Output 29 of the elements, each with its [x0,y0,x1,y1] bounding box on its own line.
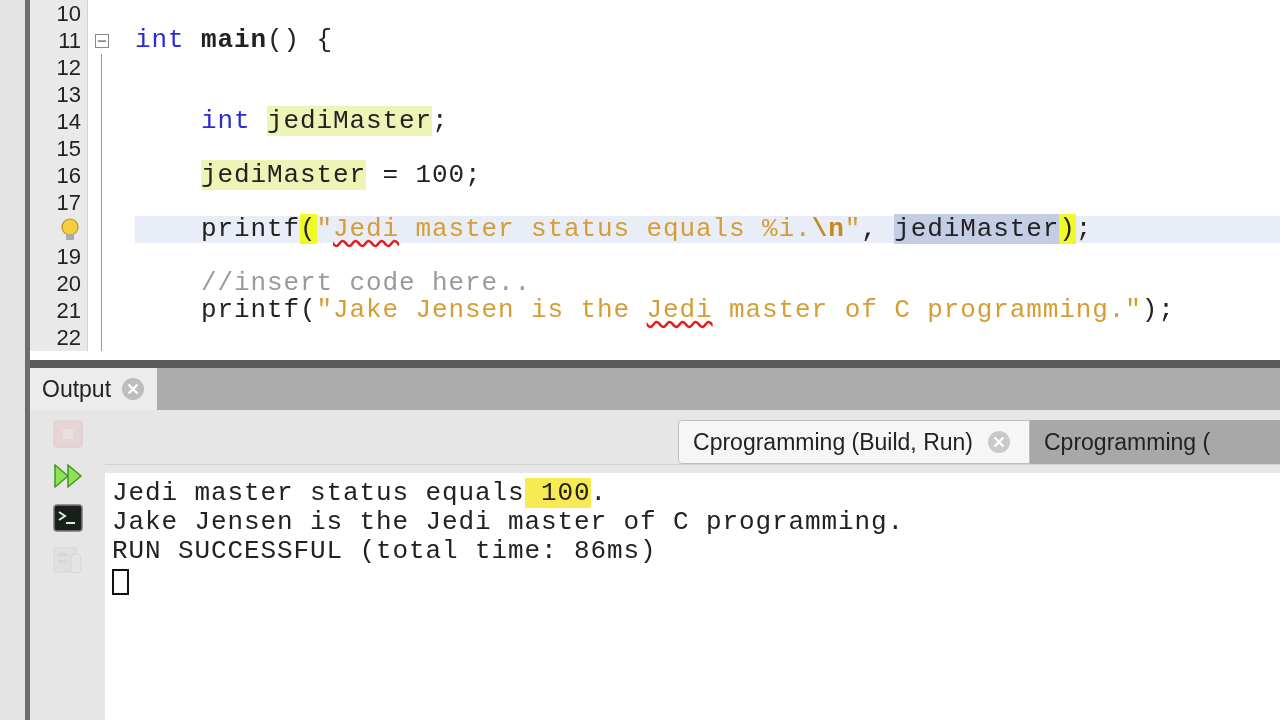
collapse-icon[interactable] [95,33,109,48]
line-number: 14 [56,108,81,135]
line-number: 17 [56,189,81,216]
code-line: printf("Jake Jensen is the Jedi master of C programming."); [200,297,1175,324]
terminal-icon[interactable] [52,504,83,532]
code-line: int main() { [135,27,334,54]
line-number: 11 [58,27,81,54]
output-tab[interactable]: Output [30,368,158,410]
close-icon[interactable] [121,377,146,401]
close-icon[interactable] [987,430,1011,454]
lightbulb-icon[interactable] [59,216,81,243]
double-arrow-icon[interactable] [52,462,83,490]
line-number: 16 [56,162,81,189]
line-number: 19 [56,243,81,270]
output-line: Jedi master status equals 100. [112,479,608,508]
line-number: 20 [56,270,81,297]
code-line: printf("Jedi master status equals %i.\n", jediMaster); [200,216,1093,243]
line-number: 13 [56,81,81,108]
output-line: Jake Jensen is the Jedi master of C programming. [112,508,905,537]
run-tab[interactable]: Cprogramming ( [1030,420,1280,464]
code-line: //insert code here.. [200,270,532,297]
run-tab[interactable]: Cprogramming (Build, Run) [678,420,1030,464]
line-number: 15 [56,135,81,162]
line-number: 21 [56,297,81,324]
line-number: 12 [56,54,81,81]
output-line: RUN SUCCESSFUL (total time: 86ms) [112,537,657,566]
splitter[interactable] [30,360,1280,368]
line-number: 22 [56,324,81,351]
line-number: 10 [56,0,81,27]
